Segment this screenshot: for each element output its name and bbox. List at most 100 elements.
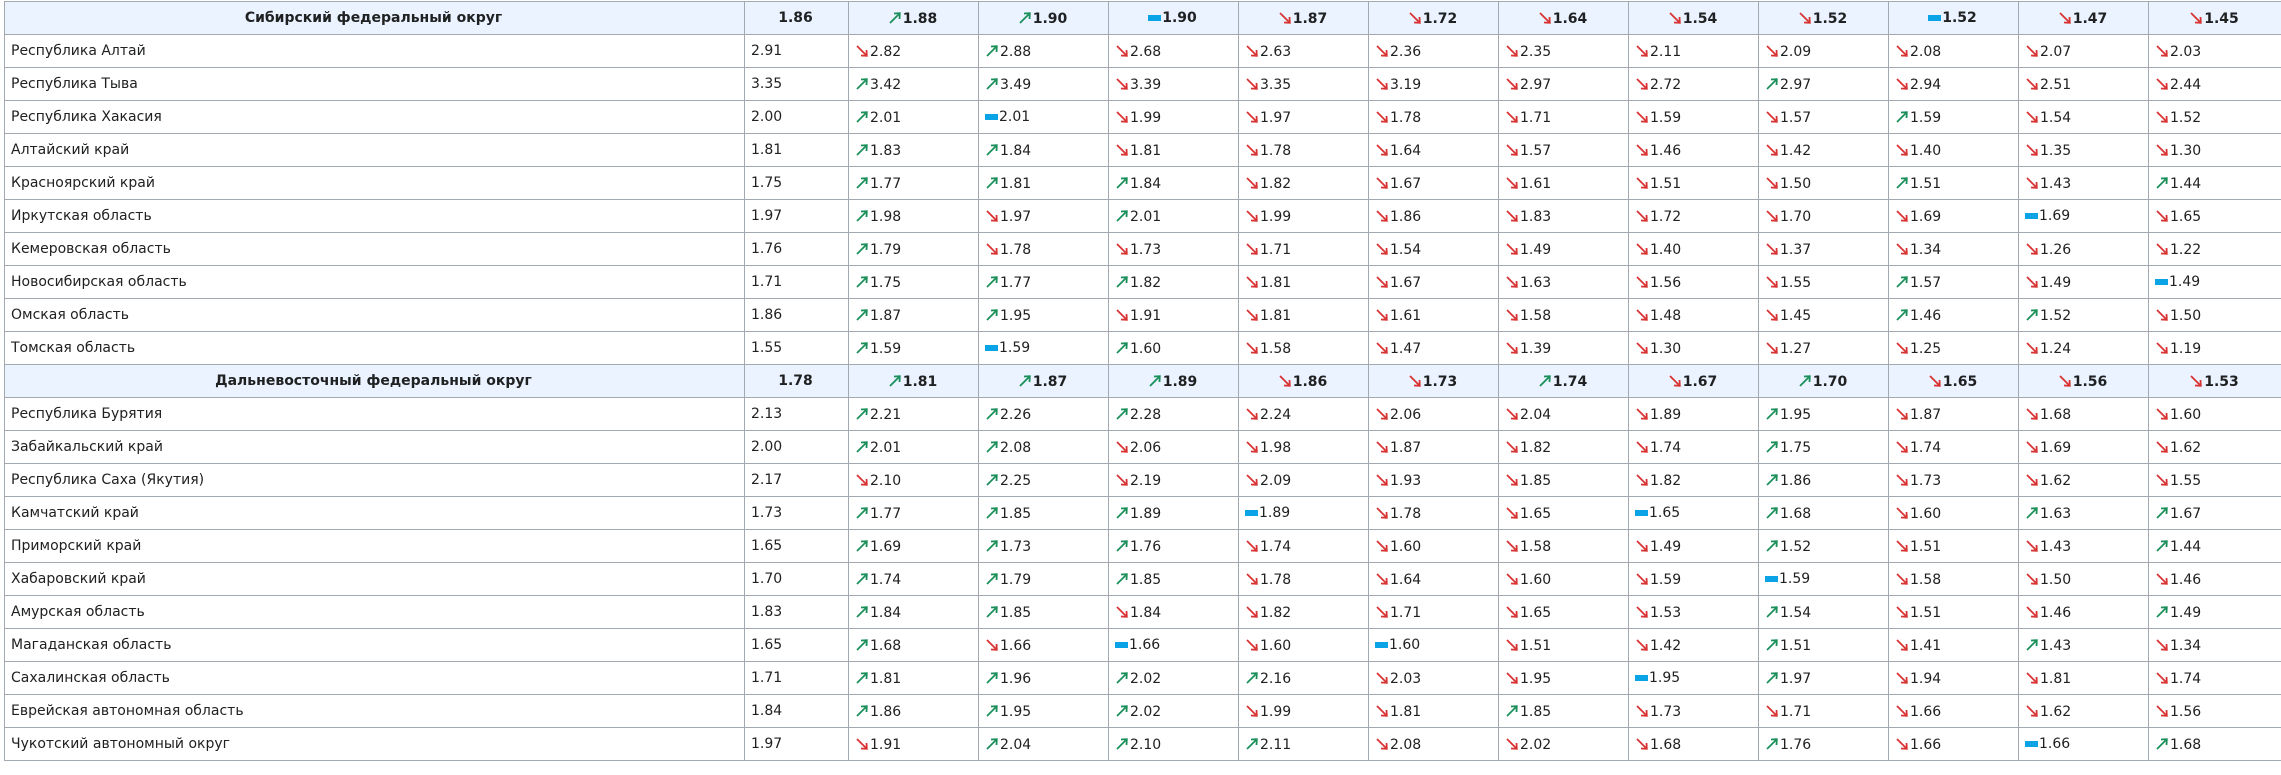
value-text: 1.46 [1650, 142, 1682, 159]
region-name: Камчатский край [4, 496, 745, 530]
value-text: 1.47 [2072, 10, 2108, 27]
value-cell: 1.37 [1758, 232, 1889, 266]
value-cell: 1.62 [2148, 430, 2281, 464]
value-text: 2.51 [2040, 76, 2072, 93]
value-text: 1.81 [1390, 703, 1422, 720]
value-cell: 1.49 [2148, 265, 2281, 299]
value-cell: 2.07 [2018, 34, 2149, 68]
value-cell: 1.91 [1108, 298, 1239, 332]
trend-down-arrow-icon [2025, 242, 2039, 256]
value-cell: 1.81 [848, 661, 979, 695]
value-text: 1.81 [1000, 175, 1032, 192]
no-change-bar-icon [1148, 15, 1162, 21]
value-cell: 1.46 [1888, 298, 2019, 332]
value-cell: 1.82 [1238, 166, 1369, 200]
value-cell: 1.59 [1628, 562, 1759, 596]
value-text: 1.70 [1780, 208, 1812, 225]
value-text: 1.74 [1650, 439, 1682, 456]
value-text: 1.87 [870, 307, 902, 324]
trend-down-arrow-icon [1895, 77, 1909, 91]
trend-up-arrow-icon [888, 374, 902, 388]
value-cell: 1.62 [2018, 694, 2149, 728]
value-text: 1.95 [1649, 670, 1681, 686]
trend-down-arrow-icon [1245, 242, 1259, 256]
value-cell: 1.72 [1368, 1, 1499, 35]
trend-up-arrow-icon [855, 176, 869, 190]
region-name: Приморский край [4, 529, 745, 563]
trend-up-arrow-icon [1798, 374, 1812, 388]
trend-up-arrow-icon [855, 110, 869, 124]
value-text: 1.84 [870, 604, 902, 621]
value-text: 1.62 [2170, 439, 2202, 456]
no-change-bar-icon [1765, 576, 1778, 582]
trend-down-arrow-icon [2155, 638, 2169, 652]
trend-down-arrow-icon [1505, 572, 1519, 586]
value-text: 1.75 [1780, 439, 1812, 456]
trend-up-arrow-icon [985, 143, 999, 157]
value-cell: 1.55 [2148, 463, 2281, 497]
value-cell: 1.81 [1108, 133, 1239, 167]
base-value-cell: 1.84 [744, 694, 849, 728]
value-cell: 1.47 [2018, 1, 2149, 35]
trend-down-arrow-icon [1375, 704, 1389, 718]
value-cell: 2.97 [1758, 67, 1889, 101]
table-row: Магаданская область 1.65 1.68 1.66 1.66 1.60 1… [4, 628, 2281, 662]
base-value-cell: 1.86 [744, 298, 849, 332]
base-value-cell: 1.97 [744, 199, 849, 233]
value-cell: 1.97 [1758, 661, 1889, 695]
value-text: 2.35 [1520, 43, 1552, 60]
table-row: Красноярский край 1.75 1.77 1.81 1.84 1.82 1.6… [4, 166, 2281, 200]
table-row: Республика Хакасия 2.00 2.01 2.01 1.99 1.97 1.… [4, 100, 2281, 134]
table-row: Амурская область 1.83 1.84 1.85 1.84 1.82 1.71… [4, 595, 2281, 629]
value-cell: 1.99 [1238, 694, 1369, 728]
value-text: 2.88 [1000, 43, 1032, 60]
trend-down-arrow-icon [1408, 11, 1422, 25]
trend-down-arrow-icon [1245, 341, 1259, 355]
value-text: 1.46 [1910, 307, 1942, 324]
value-text: 1.54 [1780, 604, 1812, 621]
trend-down-arrow-icon [1505, 143, 1519, 157]
trend-down-arrow-icon [2155, 704, 2169, 718]
value-text: 1.72 [1650, 208, 1682, 225]
value-text: 1.89 [1650, 406, 1682, 423]
base-value-cell: 1.83 [744, 595, 849, 629]
value-cell: 2.88 [978, 34, 1109, 68]
value-cell: 1.65 [2148, 199, 2281, 233]
value-cell: 1.51 [1888, 166, 2019, 200]
value-text: 1.74 [870, 571, 902, 588]
value-cell: 1.19 [2148, 331, 2281, 365]
value-text: 1.91 [870, 736, 902, 753]
trend-down-arrow-icon [1115, 110, 1129, 124]
trend-down-arrow-icon [1245, 308, 1259, 322]
value-text: 1.97 [1780, 670, 1812, 687]
value-text: 1.59 [999, 340, 1031, 356]
region-name: Красноярский край [4, 166, 745, 200]
value-text: 1.52 [1780, 538, 1812, 555]
no-change-bar-icon [1115, 642, 1128, 648]
value-cell: 1.59 [1758, 562, 1889, 596]
trend-down-arrow-icon [1895, 440, 1909, 454]
value-text: 1.81 [1260, 274, 1292, 291]
value-text: 2.11 [1650, 43, 1682, 60]
value-text: 1.55 [2170, 472, 2202, 489]
value-cell: 2.10 [848, 463, 979, 497]
region-name: Забайкальский край [4, 430, 745, 464]
base-value-cell: 1.65 [744, 529, 849, 563]
value-cell: 1.84 [1108, 166, 1239, 200]
value-cell: 2.11 [1628, 34, 1759, 68]
value-text: 1.56 [2072, 373, 2108, 390]
value-text: 1.51 [1650, 175, 1682, 192]
region-name: Кемеровская область [4, 232, 745, 266]
value-text: 2.01 [870, 109, 902, 126]
trend-down-arrow-icon [1505, 275, 1519, 289]
value-cell: 2.02 [1108, 661, 1239, 695]
value-cell: 1.24 [2018, 331, 2149, 365]
value-cell: 3.19 [1368, 67, 1499, 101]
value-text: 2.28 [1130, 406, 1162, 423]
value-text: 1.97 [1000, 208, 1032, 225]
value-cell: 1.95 [1498, 661, 1629, 695]
value-cell: 2.94 [1888, 67, 2019, 101]
value-text: 1.59 [1910, 109, 1942, 126]
value-text: 1.73 [1422, 373, 1458, 390]
trend-down-arrow-icon [2155, 407, 2169, 421]
